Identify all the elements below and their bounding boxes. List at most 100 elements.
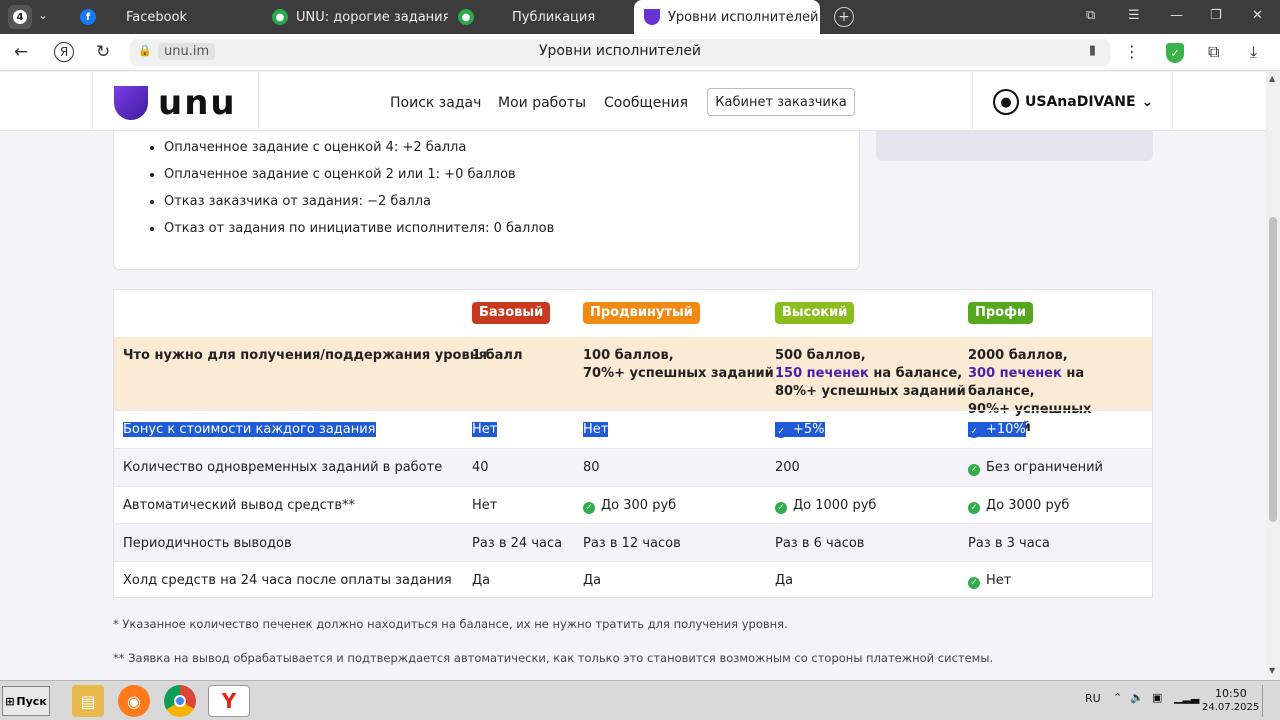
window-close-icon[interactable]: ✕ [1252, 8, 1263, 23]
chrome-icon[interactable] [164, 685, 196, 717]
nav-my-works[interactable]: Мои работы [498, 95, 586, 111]
cell-value: До 300 руб [601, 498, 677, 513]
cell-advanced: Да [583, 573, 602, 588]
browser-tab-bar: 4 ⌄ f Facebook ● UNU: дорогие задания дл… [0, 0, 1280, 34]
table-row: Периодичность выводов Раз в 24 часа Раз … [114, 523, 1152, 561]
scrollbar-thumb[interactable] [1269, 217, 1277, 522]
table-row: Что нужно для получения/поддержания уров… [114, 337, 1152, 435]
tab-unu-tasks[interactable]: ● UNU: дорогие задания дл [262, 0, 448, 34]
cell-value: Нет [986, 573, 1012, 588]
cell-value: Без ограничений [986, 460, 1103, 475]
more-icon[interactable]: ⋮ [1124, 42, 1140, 61]
cell-base: Раз в 24 часа [472, 536, 563, 551]
level-badge-pro: Профи [968, 302, 1034, 324]
list-item: Оплаченное задание с оценкой 4: +2 балла [164, 139, 554, 166]
network-icon[interactable]: ▁▂▃ [1174, 691, 1199, 704]
check-icon: ✓ [968, 577, 980, 589]
site-header: unu Поиск задач Мои работы Сообщения Каб… [0, 72, 1266, 131]
chevron-down-icon[interactable]: ⌄ [38, 8, 48, 22]
address-bar: ← Я ↻ 🔒 unu.im Уровни исполнителей ▮ ⋮ ⧉… [0, 34, 1280, 71]
table-row: Бонус к стоимости каждого задания Нет Не… [114, 410, 1152, 448]
row-label: Холд средств на 24 часа после оплаты зад… [123, 573, 452, 588]
scroll-up-icon[interactable]: ▲ [1269, 74, 1275, 83]
back-arrow-icon[interactable]: ← [14, 42, 28, 62]
tab-label: UNU: дорогие задания дл [296, 9, 448, 25]
cell-advanced: 80 [583, 460, 600, 475]
page-title: Уровни исполнителей [538, 43, 702, 59]
cell-advanced: Нет [583, 422, 609, 437]
list-item: Отказ заказчика от задания: −2 балла [164, 193, 554, 220]
points-list: Оплаченное задание с оценкой 4: +2 балла… [164, 139, 554, 247]
tab-count-button[interactable]: 4 [8, 5, 32, 29]
req-text: на балансе, [868, 366, 963, 381]
cell-high: Да [775, 573, 794, 588]
shield-icon[interactable]: ✓ [1166, 43, 1184, 63]
user-menu[interactable]: ● USAnaDIVANE ⌄ [993, 89, 1153, 115]
site-logo[interactable]: unu [114, 83, 237, 123]
download-icon[interactable]: ⤓ [1250, 42, 1257, 62]
check-icon: ✓ [583, 502, 595, 514]
unu-logo-icon [114, 86, 148, 120]
bookmark-icon[interactable]: ▮ [1089, 43, 1096, 58]
minimize-icon[interactable]: — [1170, 8, 1183, 23]
cell-base: Да [472, 573, 491, 588]
unu-favicon-icon: ● [272, 9, 288, 25]
tab-levels[interactable]: Уровни исполнителей ✕ [634, 0, 820, 34]
check-icon: ✓ [968, 464, 980, 476]
reload-icon[interactable]: ↻ [96, 42, 110, 62]
cookies-link[interactable]: 300 печенек [968, 366, 1062, 381]
nav-messages[interactable]: Сообщения [604, 95, 688, 111]
bookmarks-panel-icon[interactable]: ⧉ [1086, 8, 1095, 23]
level-badge-base: Базовый [472, 302, 551, 324]
clock-date[interactable]: 24.07.2025 [1202, 702, 1259, 713]
avatar-icon: ● [993, 89, 1019, 115]
collections-icon[interactable]: ⧉ [1208, 42, 1219, 62]
cell-pro: ✓ До 3000 руб [968, 497, 1069, 515]
req-line: 2000 баллов, [968, 348, 1068, 363]
cell-value: +10% [986, 422, 1026, 437]
cell-base: 1 балл [472, 348, 523, 363]
level-badge-advanced: Продвинутый [583, 302, 700, 324]
tray-expand-icon[interactable]: ⌃ [1113, 691, 1122, 704]
menu-icon[interactable]: ☰ [1128, 8, 1140, 23]
level-badge-high: Высокий [775, 302, 855, 324]
row-label: Что нужно для получения/поддержания уров… [123, 348, 488, 363]
cookies-link[interactable]: 150 печенек [775, 366, 869, 381]
check-icon: ✓ [775, 502, 787, 514]
show-desktop-button[interactable] [1262, 685, 1276, 717]
clock-time[interactable]: 10:50 [1215, 687, 1247, 700]
page-viewport: Оплаченное задание с оценкой 4: +2 балла… [0, 72, 1266, 680]
req-line: 300 печенек на балансе, [968, 365, 1152, 401]
firefox-icon[interactable]: ◉ [118, 685, 150, 717]
cell-pro: ✓ +10% [968, 422, 1026, 438]
tab-publication[interactable]: ● Публикация [448, 0, 632, 34]
file-explorer-icon[interactable]: ▤ [72, 685, 104, 717]
language-indicator[interactable]: RU [1085, 692, 1101, 705]
table-row: Холд средств на 24 часа после оплаты зад… [114, 561, 1152, 598]
cell-high: ✓ +5% [775, 422, 825, 438]
new-tab-button[interactable]: + [834, 7, 854, 27]
check-icon: ✓ [775, 426, 787, 438]
yandex-icon[interactable]: Я [54, 42, 74, 62]
customer-cabinet-button[interactable]: Кабинет заказчика [707, 88, 855, 116]
tab-facebook[interactable]: f Facebook [70, 0, 260, 34]
url-field[interactable]: 🔒 unu.im Уровни исполнителей ▮ [130, 39, 1110, 66]
cell-advanced: ✓ До 300 руб [583, 497, 676, 515]
list-item: Отказ от задания по инициативе исполните… [164, 220, 554, 247]
cell-advanced: Раз в 12 часов [583, 536, 681, 551]
scroll-down-icon[interactable]: ▼ [1269, 666, 1275, 675]
start-button[interactable]: ⊞ Пуск [2, 686, 50, 716]
nav-search-tasks[interactable]: Поиск задач [390, 95, 481, 111]
req-line: 70%+ успешных заданий [583, 366, 774, 381]
tab-label: Публикация [512, 9, 596, 25]
tab-count: 4 [13, 10, 27, 24]
page-scrollbar[interactable]: ▲ ▼ [1266, 72, 1280, 680]
yandex-browser-icon[interactable]: Y [208, 685, 250, 717]
row-label: Автоматический вывод средств** [123, 498, 356, 513]
req-line: 150 печенек на балансе, [775, 365, 966, 383]
cell-base: 40 [472, 460, 489, 475]
battery-icon[interactable]: ▣ [1152, 691, 1162, 704]
row-label: Количество одновременных заданий в работ… [123, 460, 443, 475]
restore-icon[interactable]: ❐ [1210, 8, 1222, 23]
volume-icon[interactable]: 🔈 [1130, 691, 1144, 704]
